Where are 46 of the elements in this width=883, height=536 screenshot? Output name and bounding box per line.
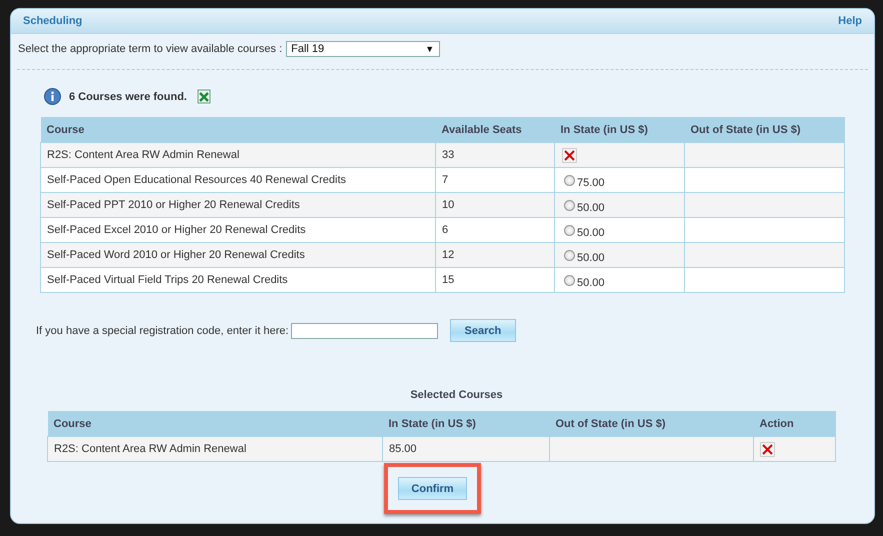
course-cell: Self-Paced Word 2010 or Higher 20 Renewal Credits (40, 242, 436, 268)
column-header: In State (in US $) (554, 117, 684, 142)
column-header: Available Seats (436, 117, 554, 142)
remove-button[interactable] (760, 442, 775, 456)
code-label: If you have a special registration code, enter it here: (36, 324, 289, 336)
radio-button[interactable] (564, 275, 575, 286)
seats-cell: 6 (436, 218, 554, 242)
price: 50.00 (577, 277, 605, 289)
price: 50.00 (577, 202, 605, 214)
radio-button[interactable] (564, 250, 575, 261)
column-header: Course (40, 117, 436, 142)
term-label: Select the appropriate term to view available courses : (18, 43, 282, 55)
radio-button[interactable] (564, 225, 575, 236)
seats-cell: 12 (436, 242, 554, 268)
column-header: Out of State (in US $) (684, 117, 844, 142)
course-cell: R2S: Content Area RW Admin Renewal (40, 142, 436, 168)
section-title: Selected Courses (409, 389, 504, 401)
course-cell: R2S: Content Area RW Admin Renewal (48, 436, 382, 462)
panel-title: Scheduling (23, 15, 82, 27)
info-icon (44, 88, 61, 105)
seats-cell: 10 (436, 192, 554, 218)
term-dropdown[interactable]: Fall 19 ▼ (286, 41, 440, 57)
price: 50.00 (577, 252, 605, 264)
column-header: Course (48, 411, 382, 436)
course-cell: Self-Paced PPT 2010 or Higher 20 Renewal Credits (40, 192, 436, 218)
seats-cell: 7 (436, 168, 554, 192)
column-header: Out of State (in US $) (550, 411, 754, 436)
course-cell: Self-Paced Open Educational Resources 40 Renewal Credits (40, 168, 436, 192)
spreadsheet-icon[interactable] (196, 89, 211, 104)
remove-button[interactable] (562, 148, 577, 162)
course-cell: Self-Paced Excel 2010 or Higher 20 Renewal Credits (40, 218, 436, 242)
radio-button[interactable] (564, 175, 575, 186)
price: 50.00 (577, 227, 605, 239)
confirm-button[interactable]: Confirm (398, 477, 467, 500)
price: 75.00 (577, 177, 605, 189)
radio-button[interactable] (564, 200, 575, 211)
seats-cell: 15 (436, 268, 554, 292)
seats-cell: 33 (436, 142, 554, 168)
help-link[interactable]: Help (838, 15, 862, 27)
results-count: 6 Courses were found. (69, 90, 187, 102)
column-header: In State (in US $) (382, 411, 550, 436)
code-input-field[interactable] (290, 322, 438, 338)
search-button[interactable]: Search (450, 319, 516, 342)
course-cell: Self-Paced Virtual Field Trips 20 Renewal Credits (40, 268, 436, 292)
price-cell: 85.00 (382, 436, 550, 462)
column-header: Action (754, 411, 836, 436)
